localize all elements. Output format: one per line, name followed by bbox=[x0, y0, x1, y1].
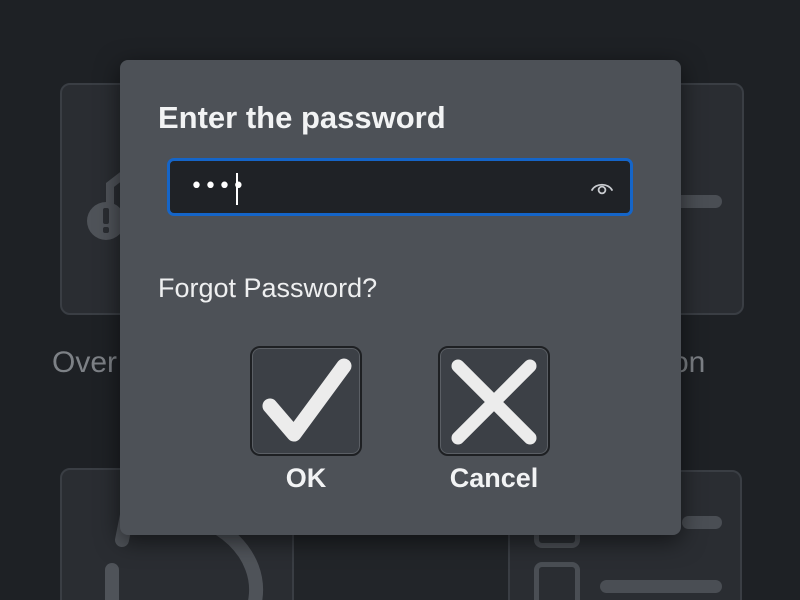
tile-overview-label: Over bbox=[52, 346, 118, 379]
bar-decor bbox=[682, 516, 722, 529]
bar-decor bbox=[674, 195, 722, 208]
x-icon bbox=[451, 359, 537, 445]
eye-icon[interactable] bbox=[590, 179, 614, 197]
screen: Over on Enter the password •••• Forgot P… bbox=[0, 0, 800, 600]
password-input[interactable]: •••• bbox=[167, 158, 633, 216]
bar-decor bbox=[600, 580, 722, 593]
forgot-password-link[interactable]: Forgot Password? bbox=[158, 273, 377, 304]
password-dialog: Enter the password •••• Forgot Password?… bbox=[120, 60, 681, 535]
cancel-button[interactable] bbox=[438, 346, 550, 456]
checkmark-icon bbox=[262, 358, 352, 442]
ok-button[interactable] bbox=[250, 346, 362, 456]
checkbox-decor bbox=[534, 562, 580, 600]
text-caret bbox=[236, 173, 238, 205]
cancel-label[interactable]: Cancel bbox=[424, 463, 564, 494]
ok-label[interactable]: OK bbox=[250, 463, 362, 494]
dialog-title: Enter the password bbox=[158, 100, 446, 135]
